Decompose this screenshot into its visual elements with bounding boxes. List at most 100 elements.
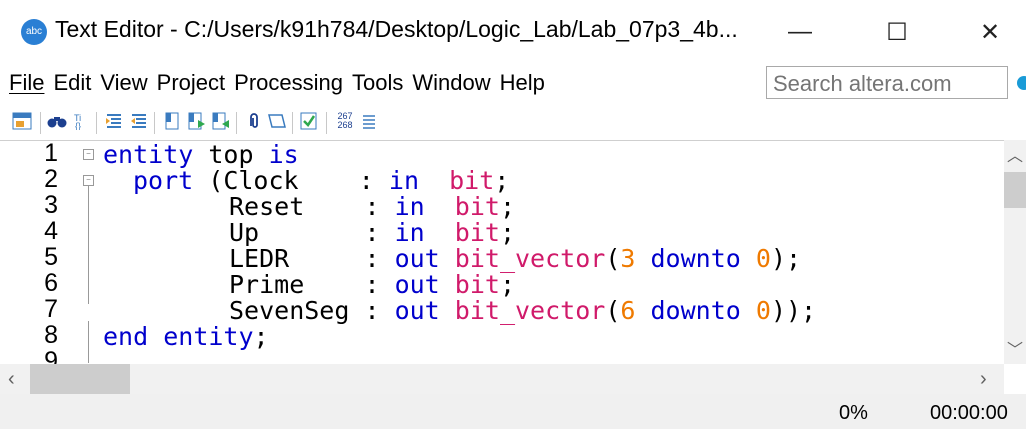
status-elapsed-time: 00:00:00 bbox=[930, 402, 1008, 424]
type: bit_vector bbox=[454, 244, 606, 273]
scroll-up-icon[interactable]: ︿ bbox=[1004, 142, 1026, 166]
menu-window[interactable]: Window bbox=[412, 70, 490, 96]
menu-help[interactable]: Help bbox=[500, 70, 545, 96]
type: bit bbox=[454, 218, 500, 247]
code-line-5: LEDR : out bit_vector(3 downto 0); bbox=[229, 245, 801, 273]
punctuation: ; bbox=[494, 166, 510, 195]
indent-icon[interactable] bbox=[103, 110, 125, 132]
horizontal-scrollbar[interactable]: ‹ › bbox=[0, 364, 1004, 394]
toolbar-separator bbox=[326, 112, 327, 134]
keyword: in bbox=[394, 192, 425, 221]
attach-icon[interactable] bbox=[243, 110, 265, 132]
menu-edit[interactable]: Edit bbox=[53, 70, 91, 96]
previous-bookmark-icon[interactable] bbox=[210, 110, 232, 132]
number: 0 bbox=[755, 296, 771, 325]
scroll-right-icon[interactable]: › bbox=[980, 368, 987, 391]
code-line-7: SevenSeg : out bit_vector(6 downto 0)); bbox=[229, 297, 816, 325]
fold-toggle-icon[interactable]: − bbox=[83, 149, 94, 160]
svg-text:{}: {} bbox=[75, 121, 81, 130]
keyword: downto bbox=[650, 296, 741, 325]
keyword: out bbox=[394, 244, 440, 273]
code-editor[interactable]: 1 2 3 4 5 6 7 8 9 − − entity top is port… bbox=[0, 140, 1004, 365]
type: bit bbox=[454, 270, 500, 299]
identifier: Prime : bbox=[229, 270, 395, 299]
close-button[interactable]: ✕ bbox=[960, 10, 1020, 54]
text-align-icon[interactable] bbox=[358, 110, 380, 132]
identifier: LEDR : bbox=[229, 244, 395, 273]
punctuation: ; bbox=[499, 270, 516, 299]
text-editor-app-icon: abc bbox=[21, 19, 47, 45]
toolbar-separator bbox=[236, 112, 237, 134]
keyword: port bbox=[133, 166, 194, 195]
line-number: 6 bbox=[44, 269, 58, 297]
bookmark-icon[interactable] bbox=[161, 110, 183, 132]
fold-toggle-icon[interactable]: − bbox=[83, 175, 94, 186]
type: bit_vector bbox=[454, 296, 606, 325]
number: 6 bbox=[620, 296, 636, 325]
scroll-down-icon[interactable]: ﹀ bbox=[1004, 336, 1026, 360]
keyword: out bbox=[394, 270, 440, 299]
punctuation: ); bbox=[770, 244, 802, 273]
status-progress: 0% bbox=[839, 402, 868, 424]
toolbar: Ti{} 267 268 bbox=[0, 104, 1026, 140]
title-bar: abc Text Editor - C:/Users/k91h784/Deskt… bbox=[0, 0, 1026, 62]
search-input[interactable] bbox=[766, 66, 1008, 99]
number: 0 bbox=[755, 244, 771, 273]
identifier: Reset : bbox=[229, 192, 395, 221]
unindent-icon[interactable] bbox=[128, 110, 150, 132]
horizontal-scroll-thumb[interactable] bbox=[30, 364, 130, 394]
menu-file[interactable]: File bbox=[9, 70, 44, 96]
punctuation: ; bbox=[499, 218, 516, 247]
line-numbers-icon[interactable]: 267 268 bbox=[334, 110, 356, 132]
dock-window-icon[interactable] bbox=[11, 110, 33, 132]
search-go-icon[interactable] bbox=[1017, 76, 1026, 90]
punctuation: )); bbox=[770, 296, 817, 325]
keyword: is bbox=[268, 140, 299, 169]
line-number-gutter: 1 2 3 4 5 6 7 8 9 bbox=[0, 141, 75, 365]
go-to-line-icon[interactable] bbox=[298, 110, 320, 132]
identifier: SevenSeg : bbox=[229, 296, 395, 325]
find-icon[interactable] bbox=[46, 110, 68, 132]
number: 3 bbox=[620, 244, 636, 273]
code-line-4: Up : in bit; bbox=[229, 219, 515, 247]
vertical-scrollbar[interactable]: ︿ ﹀ bbox=[1004, 140, 1026, 364]
toolbar-separator bbox=[40, 112, 41, 134]
identifier: Up : bbox=[229, 218, 395, 247]
keyword: end bbox=[103, 322, 149, 351]
fold-guide bbox=[88, 186, 89, 304]
scroll-left-icon[interactable]: ‹ bbox=[8, 368, 15, 391]
menu-processing[interactable]: Processing bbox=[234, 70, 343, 96]
punctuation: ( bbox=[605, 244, 621, 273]
status-bar: 0% 00:00:00 bbox=[0, 394, 1026, 429]
code-line-1: entity top is bbox=[103, 141, 299, 169]
identifier: top bbox=[193, 140, 269, 169]
keyword: entity bbox=[103, 140, 194, 169]
menu-tools[interactable]: Tools bbox=[352, 70, 403, 96]
vertical-scroll-thumb[interactable] bbox=[1004, 172, 1026, 208]
keyword: downto bbox=[650, 244, 741, 273]
insert-block-icon[interactable] bbox=[266, 110, 288, 132]
insert-template-icon[interactable]: Ti{} bbox=[70, 110, 92, 132]
menu-view[interactable]: View bbox=[100, 70, 147, 96]
minimize-button[interactable]: — bbox=[770, 10, 830, 54]
toolbar-separator bbox=[96, 112, 97, 134]
line-number: 5 bbox=[44, 243, 58, 271]
menu-project[interactable]: Project bbox=[157, 70, 225, 96]
line-number: 2 bbox=[44, 165, 58, 193]
maximize-button[interactable]: ☐ bbox=[867, 10, 927, 54]
next-bookmark-icon[interactable] bbox=[186, 110, 208, 132]
punctuation: ( bbox=[605, 296, 621, 325]
line-number: 7 bbox=[44, 295, 58, 323]
line-number: 8 bbox=[44, 321, 58, 349]
line-number: 4 bbox=[44, 217, 58, 245]
window-title: Text Editor - C:/Users/k91h784/Desktop/L… bbox=[55, 16, 738, 42]
code-line-6: Prime : out bit; bbox=[229, 271, 515, 299]
code-line-8: end entity; bbox=[103, 323, 269, 351]
